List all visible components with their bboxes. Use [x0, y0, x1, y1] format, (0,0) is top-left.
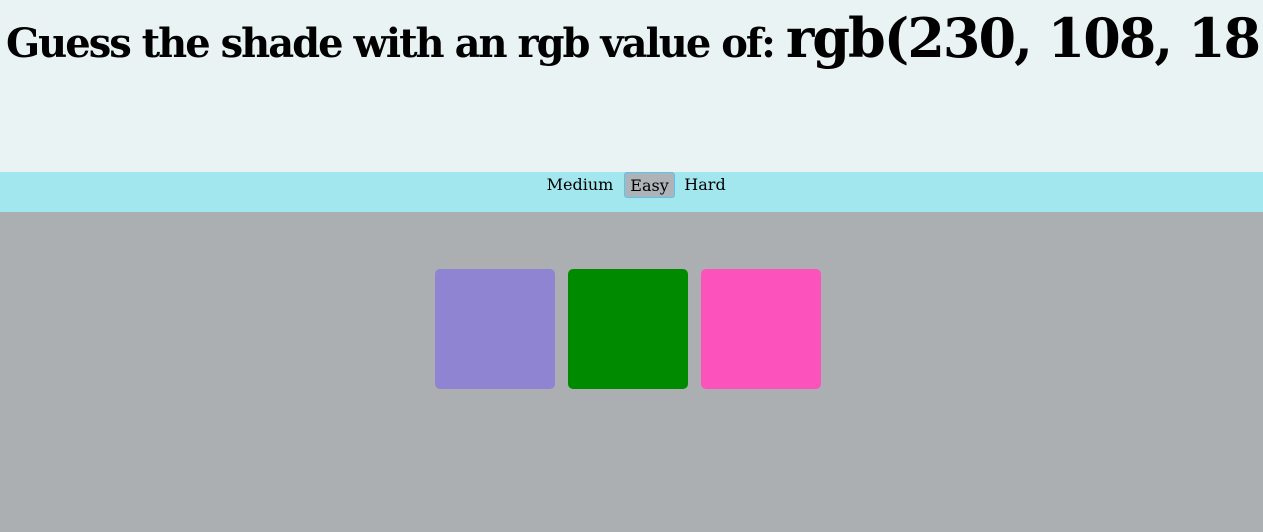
mode-easy-button[interactable]: Easy [624, 172, 675, 198]
difficulty-bar: Medium Easy Hard [0, 172, 1263, 212]
color-board [0, 212, 1263, 532]
mode-hard-button[interactable]: Hard [682, 172, 728, 198]
title-prompt: Guess the shade with an rgb value of: [6, 20, 786, 67]
header: Guess the shade with an rgb value of: rg… [0, 0, 1263, 172]
target-rgb-value: rgb(230, 108, 187) [785, 6, 1263, 70]
color-tile[interactable] [568, 269, 688, 389]
mode-medium-button[interactable]: Medium [544, 172, 616, 198]
page-title: Guess the shade with an rgb value of: rg… [6, 6, 1263, 70]
color-tile[interactable] [701, 269, 821, 389]
color-tile[interactable] [435, 269, 555, 389]
